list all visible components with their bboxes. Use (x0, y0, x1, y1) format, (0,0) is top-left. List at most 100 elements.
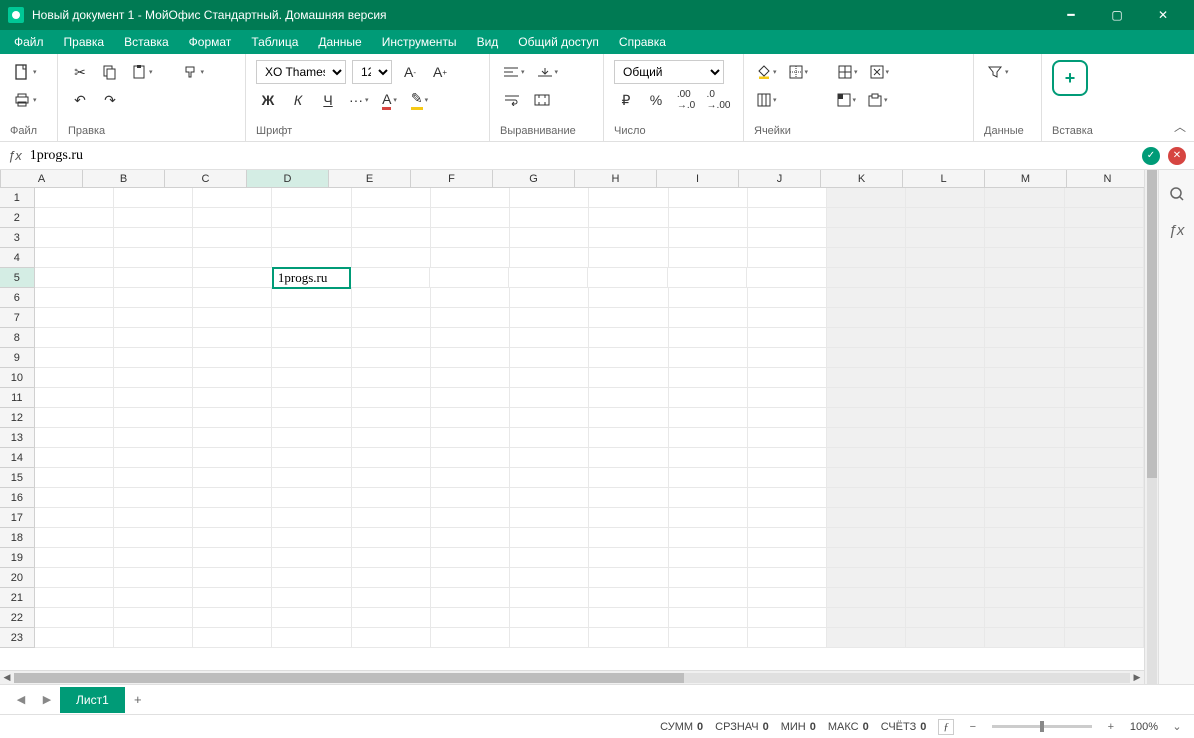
menu-data[interactable]: Данные (308, 31, 371, 53)
cell[interactable] (272, 548, 351, 568)
cell[interactable] (985, 468, 1064, 488)
cell[interactable] (589, 508, 668, 528)
cell[interactable] (985, 308, 1064, 328)
new-doc-button[interactable]: ▾ (10, 60, 40, 84)
cell[interactable] (1065, 608, 1144, 628)
cell[interactable] (906, 308, 985, 328)
cell[interactable] (827, 608, 906, 628)
cell[interactable] (431, 288, 510, 308)
cell[interactable] (906, 628, 985, 648)
cell[interactable] (114, 628, 193, 648)
cell[interactable] (827, 588, 906, 608)
cell[interactable] (906, 368, 985, 388)
cell[interactable] (748, 508, 827, 528)
cell[interactable] (193, 308, 272, 328)
cell[interactable] (352, 408, 431, 428)
paste-button[interactable]: ▾ (128, 60, 156, 84)
cell[interactable] (510, 288, 589, 308)
zoom-dropdown-icon[interactable]: ⌄ (1170, 720, 1184, 733)
cell[interactable] (589, 448, 668, 468)
cell[interactable] (193, 468, 272, 488)
cell[interactable] (827, 368, 906, 388)
cell[interactable] (827, 348, 906, 368)
cell[interactable] (193, 508, 272, 528)
cell[interactable] (669, 188, 748, 208)
cell[interactable] (748, 328, 827, 348)
hscroll-thumb[interactable] (14, 673, 684, 683)
row-header[interactable]: 14 (0, 448, 35, 468)
zoom-slider[interactable] (992, 725, 1092, 728)
cell[interactable] (827, 408, 906, 428)
wrap-text-button[interactable] (500, 88, 524, 112)
cell[interactable] (748, 488, 827, 508)
row-header[interactable]: 15 (0, 468, 35, 488)
row-header[interactable]: 17 (0, 508, 35, 528)
cell[interactable] (431, 428, 510, 448)
cell[interactable] (35, 248, 114, 268)
cell[interactable] (431, 508, 510, 528)
cell[interactable] (906, 388, 985, 408)
search-icon[interactable] (1165, 182, 1189, 206)
column-header[interactable]: B (83, 170, 165, 187)
highlight-button[interactable]: ✎▾ (408, 88, 432, 112)
cell[interactable] (1065, 308, 1144, 328)
cut-button[interactable]: ✂ (68, 60, 92, 84)
cell[interactable] (431, 588, 510, 608)
cell[interactable] (272, 508, 351, 528)
column-header[interactable]: H (575, 170, 657, 187)
cell[interactable] (114, 428, 193, 448)
cell[interactable] (430, 268, 509, 288)
cell[interactable] (510, 468, 589, 488)
cell[interactable] (827, 228, 906, 248)
cell[interactable] (748, 368, 827, 388)
cell[interactable] (906, 548, 985, 568)
cell[interactable] (510, 348, 589, 368)
column-header[interactable]: J (739, 170, 821, 187)
cell[interactable] (272, 428, 351, 448)
cell[interactable] (35, 608, 114, 628)
cell[interactable] (827, 268, 906, 288)
row-header[interactable]: 3 (0, 228, 35, 248)
scroll-left-icon[interactable]: ◀ (0, 672, 14, 683)
column-header[interactable]: A (1, 170, 83, 187)
cell[interactable] (272, 388, 351, 408)
formula-accept-button[interactable]: ✓ (1142, 147, 1160, 165)
cell[interactable] (352, 508, 431, 528)
cell[interactable] (193, 628, 272, 648)
cell[interactable] (35, 588, 114, 608)
cell[interactable] (352, 428, 431, 448)
cell[interactable] (35, 388, 114, 408)
cell[interactable] (589, 368, 668, 388)
filter-button[interactable]: ▾ (984, 60, 1012, 84)
cell[interactable] (35, 268, 114, 288)
column-header[interactable]: L (903, 170, 985, 187)
cell[interactable] (114, 548, 193, 568)
cell[interactable] (985, 528, 1064, 548)
row-header[interactable]: 9 (0, 348, 35, 368)
cell[interactable] (748, 468, 827, 488)
cell[interactable] (352, 628, 431, 648)
column-header[interactable]: N (1067, 170, 1149, 187)
cell[interactable] (114, 348, 193, 368)
cell[interactable] (906, 428, 985, 448)
cell[interactable] (748, 548, 827, 568)
column-header[interactable]: F (411, 170, 493, 187)
cell[interactable] (35, 488, 114, 508)
cell[interactable] (589, 208, 668, 228)
cell[interactable] (1065, 268, 1144, 288)
sheet-tab-1[interactable]: Лист1 (60, 687, 125, 713)
cell[interactable] (193, 348, 272, 368)
menu-share[interactable]: Общий доступ (508, 31, 609, 53)
font-size-select[interactable]: 12 (352, 60, 392, 84)
cell[interactable]: 1progs.ru (272, 267, 351, 289)
cell[interactable] (669, 208, 748, 228)
cell[interactable] (1065, 348, 1144, 368)
cell[interactable] (1065, 548, 1144, 568)
cell[interactable] (272, 568, 351, 588)
cell[interactable] (906, 608, 985, 628)
cell[interactable] (35, 328, 114, 348)
vertical-scrollbar[interactable] (1144, 170, 1158, 684)
tab-prev-button[interactable]: ◀ (8, 687, 34, 713)
cell[interactable] (272, 408, 351, 428)
cell[interactable] (272, 368, 351, 388)
